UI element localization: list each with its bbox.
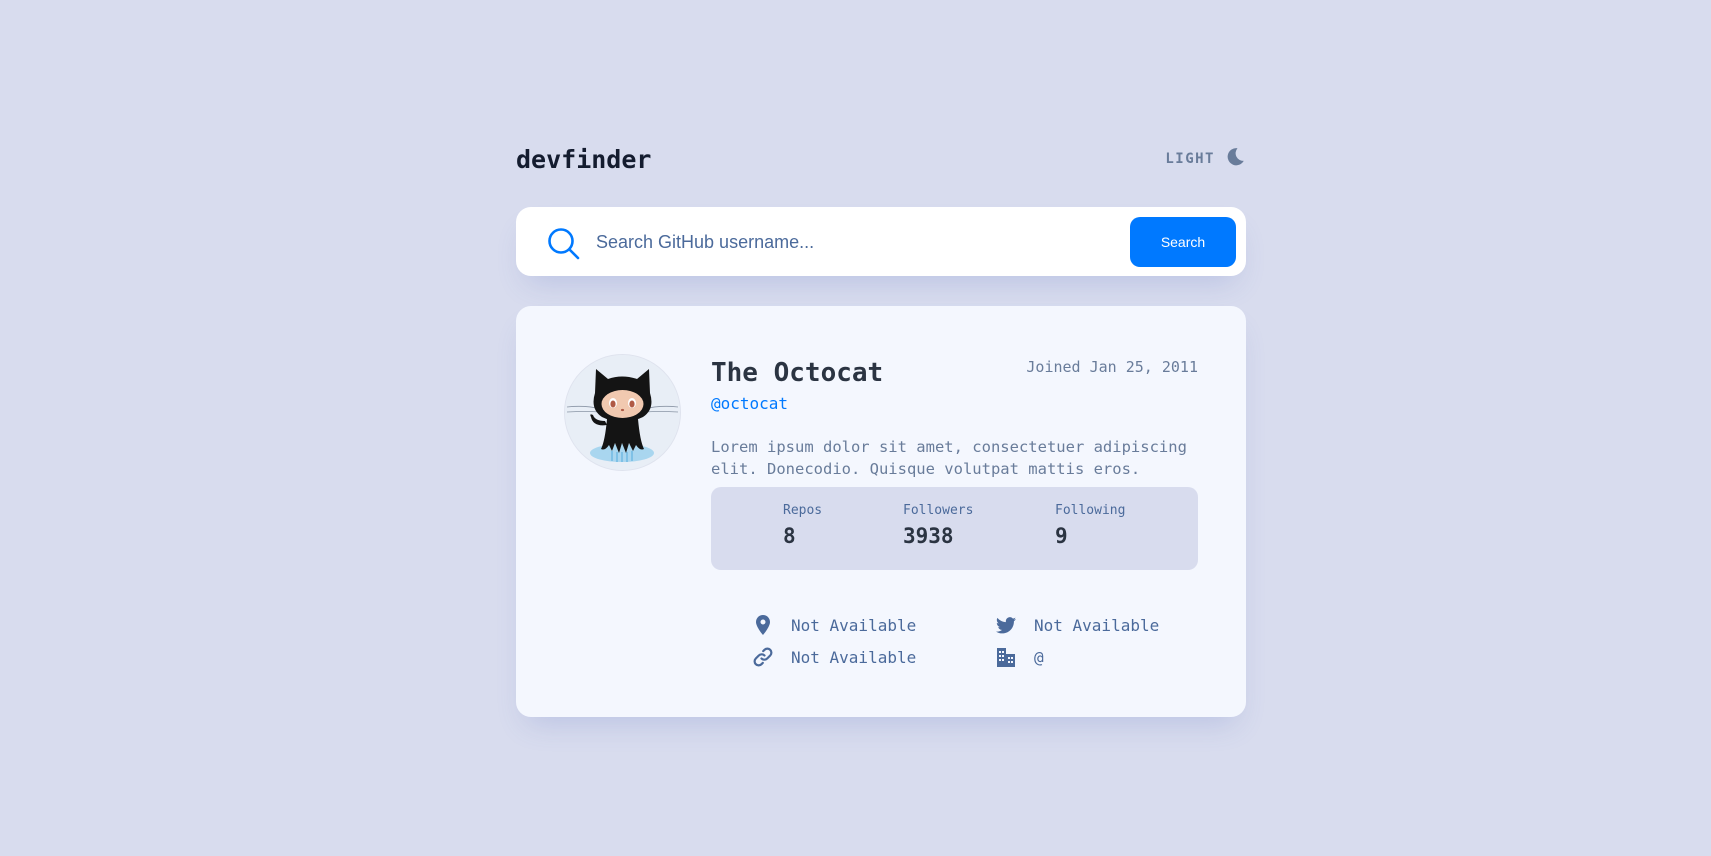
stat-followers: Followers 3938 xyxy=(903,503,973,548)
theme-toggle[interactable]: LIGHT xyxy=(1165,147,1245,171)
stat-repos: Repos 8 xyxy=(783,503,822,548)
avatar xyxy=(564,354,681,471)
app: devfinder LIGHT Search GitHub username..… xyxy=(516,138,1246,717)
profile-links: Not Available Not Available Not Availabl… xyxy=(753,615,1213,685)
company-text: @ xyxy=(1034,647,1044,667)
location-item: Not Available xyxy=(753,615,916,635)
profile-card: The Octocat Joined Jan 25, 2011 @octocat… xyxy=(516,306,1246,717)
profile-bio: Lorem ipsum dolor sit amet, consectetuer… xyxy=(711,438,1187,478)
stat-followers-value: 3938 xyxy=(903,524,954,548)
stat-following-label: Following xyxy=(1055,503,1126,518)
location-text: Not Available xyxy=(791,615,917,635)
stat-followers-label: Followers xyxy=(903,503,974,518)
search-button[interactable]: Search xyxy=(1130,217,1236,267)
stats-panel: Repos 8 Followers 3938 Following 9 xyxy=(711,487,1198,570)
stat-repos-label: Repos xyxy=(783,503,823,518)
blog-item[interactable]: Not Available xyxy=(753,647,916,667)
theme-toggle-label: LIGHT xyxy=(1165,151,1215,167)
joined-date: Joined Jan 25, 2011 xyxy=(1026,358,1198,376)
twitter-text: Not Available xyxy=(1034,615,1160,635)
company-item: @ xyxy=(996,647,1044,667)
link-icon xyxy=(753,647,773,667)
header: devfinder LIGHT xyxy=(516,138,1246,180)
stat-repos-value: 8 xyxy=(783,524,796,548)
search-input[interactable] xyxy=(596,225,1116,259)
blog-text: Not Available xyxy=(791,647,917,667)
stat-following: Following 9 xyxy=(1055,503,1125,548)
profile-name: The Octocat xyxy=(711,358,884,388)
twitter-item: Not Available xyxy=(996,615,1159,635)
stat-following-value: 9 xyxy=(1055,524,1068,548)
company-building-icon xyxy=(996,647,1016,667)
moon-icon xyxy=(1225,147,1245,171)
app-logo: devfinder xyxy=(516,144,652,174)
profile-login-link[interactable]: @octocat xyxy=(711,394,788,413)
search-bar: Search xyxy=(516,207,1246,276)
twitter-icon xyxy=(996,615,1016,635)
octocat-image xyxy=(565,355,680,470)
search-icon xyxy=(547,227,581,261)
location-pin-icon xyxy=(753,615,773,635)
